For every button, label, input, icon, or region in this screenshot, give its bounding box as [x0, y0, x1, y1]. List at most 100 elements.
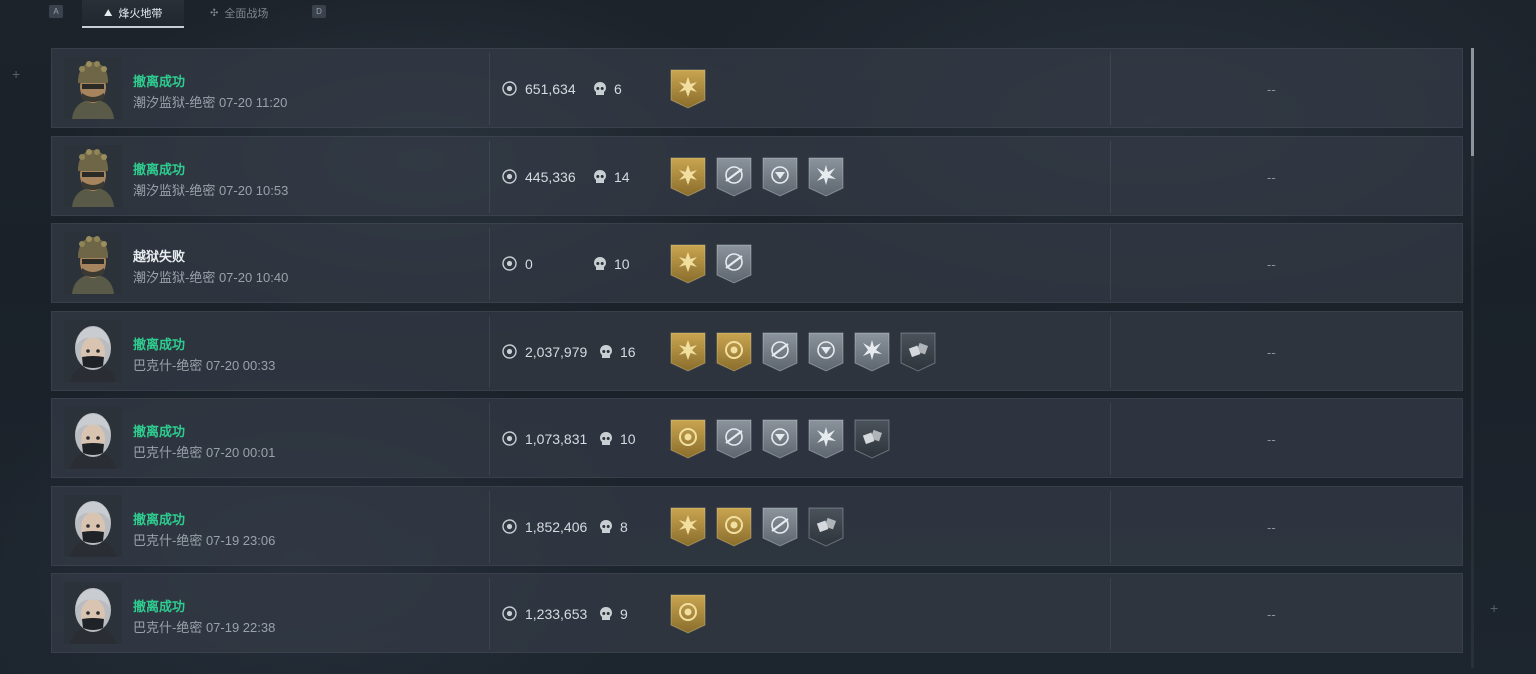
skull-icon	[599, 344, 613, 359]
crosshair-emblem-icon[interactable]	[762, 419, 798, 464]
kill-count: 16	[620, 343, 636, 360]
kill-count: 9	[620, 606, 628, 622]
star-burst-icon[interactable]	[670, 507, 706, 552]
match-record-row[interactable]: 撤离成功 巴克什-绝密 07-19 23:06 1,852,406 8 --	[51, 485, 1463, 566]
coin-target-icon[interactable]	[716, 332, 752, 377]
star-burst-icon[interactable]	[670, 332, 706, 377]
map-and-time: 巴克什-绝密 07-19 23:06	[133, 532, 276, 548]
kill-count: 10	[620, 431, 636, 447]
skull-icon	[599, 606, 613, 621]
crosshair-rifle-icon[interactable]	[716, 157, 752, 202]
coin-icon	[502, 256, 517, 271]
star-burst-icon[interactable]	[670, 69, 706, 114]
column-divider	[489, 403, 490, 475]
operator-avatar	[64, 582, 122, 644]
achievement-badges	[670, 244, 752, 289]
extraction-status: 撤离成功	[133, 74, 186, 89]
skull-icon	[593, 256, 607, 271]
crosshair-rifle-icon[interactable]	[762, 332, 798, 377]
loot-value: 445,336	[525, 168, 576, 185]
map-and-time: 巴克什-绝密 07-20 00:01	[133, 445, 276, 460]
burst-icon[interactable]	[808, 419, 844, 464]
crosshair-emblem-icon[interactable]	[762, 157, 798, 202]
skull-icon	[593, 81, 607, 96]
coin-target-icon[interactable]	[670, 594, 706, 639]
extra-info: --	[1267, 519, 1276, 535]
achievement-badges	[670, 507, 844, 552]
column-divider	[1110, 403, 1111, 475]
coin-icon	[502, 343, 517, 359]
crosshair-rifle-icon[interactable]	[716, 244, 752, 289]
column-divider	[1110, 578, 1111, 650]
column-divider	[489, 140, 490, 213]
operator-avatar	[64, 319, 122, 382]
loot-value: 1,852,406	[525, 518, 588, 535]
tab-prev-key-hint[interactable]: A	[49, 5, 63, 18]
loot-icon[interactable]	[808, 507, 844, 552]
achievement-badges	[670, 419, 890, 464]
extra-info: --	[1267, 169, 1276, 185]
loot-value: 651,634	[525, 81, 576, 97]
column-divider	[489, 228, 490, 300]
star-burst-icon[interactable]	[670, 157, 706, 202]
skull-icon	[593, 169, 607, 184]
kill-count: 6	[614, 81, 622, 97]
match-record-row[interactable]: 撤离成功 巴克什-绝密 07-20 00:01 1,073,831 10 --	[51, 398, 1463, 478]
tab-battlefield[interactable]: ✣ 全面战场	[188, 0, 290, 26]
burst-icon[interactable]	[854, 332, 890, 377]
column-divider	[489, 53, 490, 125]
crosshair-rifle-icon[interactable]	[762, 507, 798, 552]
column-divider	[489, 490, 490, 563]
extraction-status: 撤离成功	[133, 424, 186, 439]
tab-fire-zone[interactable]: ⛰ 烽火地带	[82, 0, 185, 28]
extra-info: --	[1267, 432, 1276, 447]
crosshair-rifle-icon[interactable]	[716, 419, 752, 464]
match-record-row[interactable]: 越狱失败 潮汐监狱-绝密 07-20 10:40 0 10 --	[51, 223, 1463, 303]
battlefield-icon: ✣	[210, 7, 219, 19]
coin-target-icon[interactable]	[716, 507, 752, 552]
operator-avatar	[64, 232, 122, 294]
kill-count: 14	[614, 168, 630, 185]
column-divider	[1110, 490, 1111, 563]
operator-avatar	[64, 57, 122, 119]
coin-icon	[502, 168, 517, 184]
loot-icon[interactable]	[854, 419, 890, 464]
map-and-time: 潮汐监狱-绝密 07-20 11:20	[133, 95, 288, 110]
achievement-badges	[670, 157, 844, 202]
mode-tab-bar: A ⛰ 烽火地带 ✣ 全面战场 D	[0, 0, 1536, 28]
extraction-status: 撤离成功	[133, 161, 186, 177]
coin-icon	[502, 518, 517, 534]
map-and-time: 巴克什-绝密 07-20 00:33	[133, 357, 276, 373]
extra-info: --	[1267, 82, 1276, 97]
extra-info: --	[1267, 607, 1276, 622]
kill-count: 8	[620, 518, 628, 535]
tab-label: 烽火地带	[118, 8, 163, 20]
loot-value: 1,233,653	[525, 606, 588, 622]
extra-info: --	[1267, 257, 1276, 272]
achievement-badges	[670, 594, 706, 639]
loot-value: 0	[525, 256, 533, 272]
column-divider	[1110, 315, 1111, 388]
decor-plus-icon: +	[1490, 600, 1499, 616]
match-record-row[interactable]: 撤离成功 潮汐监狱-绝密 07-20 10:53 445,336 14 --	[51, 135, 1463, 216]
column-divider	[1110, 140, 1111, 213]
map-and-time: 潮汐监狱-绝密 07-20 10:53	[133, 182, 289, 198]
column-divider	[1110, 228, 1111, 300]
coin-target-icon[interactable]	[670, 419, 706, 464]
column-divider	[489, 315, 490, 388]
match-record-row[interactable]: 撤离成功 潮汐监狱-绝密 07-20 11:20 651,634 6 --	[51, 48, 1463, 128]
map-and-time: 潮汐监狱-绝密 07-20 10:40	[133, 270, 289, 285]
map-and-time: 巴克什-绝密 07-19 22:38	[133, 620, 276, 635]
operator-avatar	[64, 144, 122, 207]
achievement-badges	[670, 69, 706, 114]
burst-icon[interactable]	[808, 157, 844, 202]
crosshair-emblem-icon[interactable]	[808, 332, 844, 377]
loot-value: 2,037,979	[525, 343, 588, 360]
scrollbar-thumb[interactable]	[1471, 48, 1474, 156]
star-burst-icon[interactable]	[670, 244, 706, 289]
loot-icon[interactable]	[900, 332, 936, 377]
operator-avatar	[64, 494, 122, 557]
match-record-row[interactable]: 撤离成功 巴克什-绝密 07-19 22:38 1,233,653 9 --	[51, 573, 1463, 653]
tab-next-key-hint[interactable]: D	[312, 5, 326, 18]
match-record-row[interactable]: 撤离成功 巴克什-绝密 07-20 00:33 2,037,979 16 --	[51, 310, 1463, 391]
